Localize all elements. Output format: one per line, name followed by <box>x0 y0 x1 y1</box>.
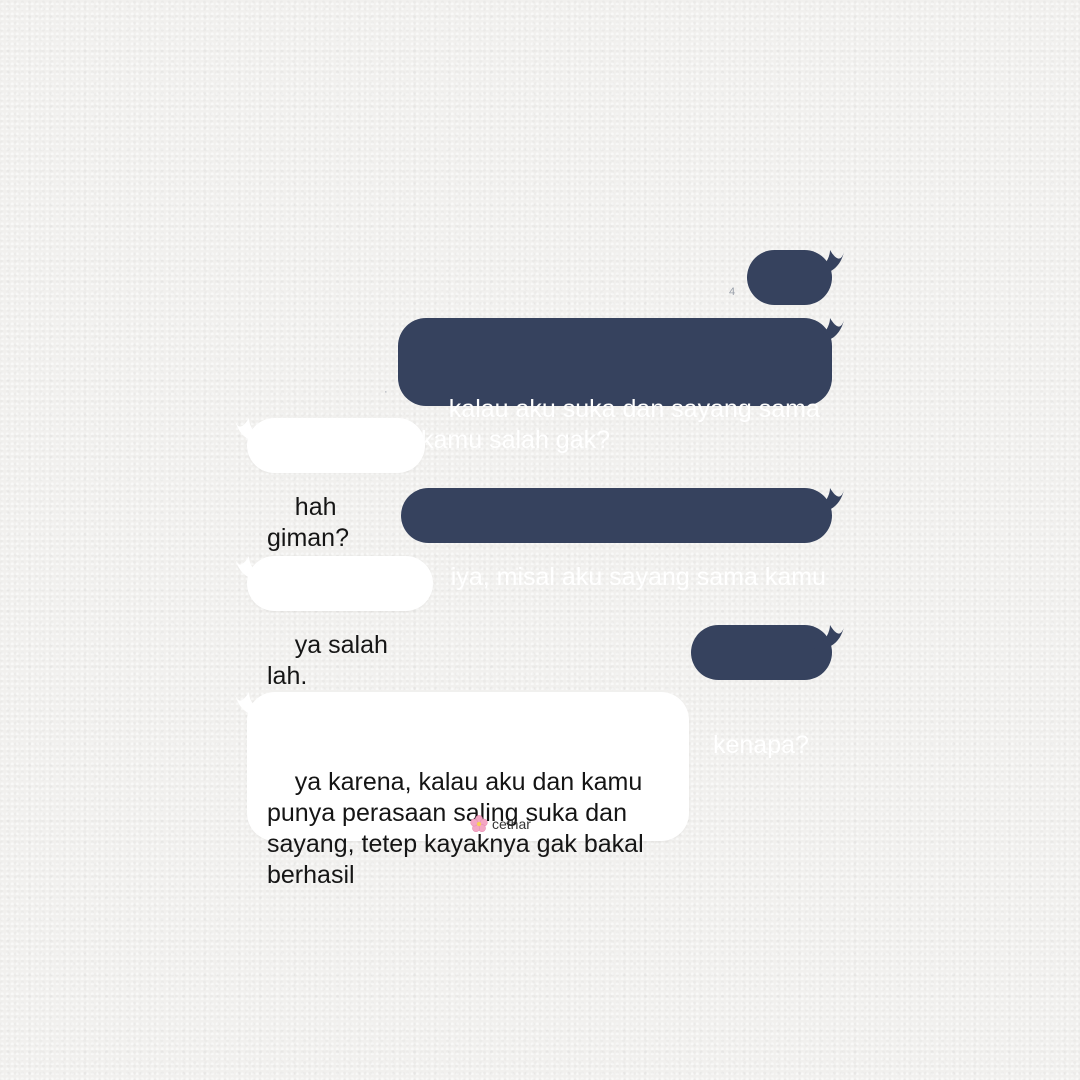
incoming-message[interactable]: hah giman? <box>235 418 425 552</box>
message-text: kenapa? <box>713 731 809 759</box>
bubble-tail <box>814 625 844 649</box>
watermark: cethar <box>470 815 531 833</box>
watermark-text: cethar <box>492 816 531 832</box>
chat-thread: bim 4 kalau aku suka dan sayang sama kam… <box>0 0 1080 1080</box>
bubble-tail <box>235 692 265 716</box>
message-text: iya, misal aku sayang sama kamu <box>450 563 826 591</box>
outgoing-message[interactable]: bim <box>747 250 844 384</box>
message-text: kalau aku suka dan sayang sama kamu sala… <box>421 395 820 454</box>
outgoing-message[interactable]: kalau aku suka dan sayang sama kamu sala… <box>398 318 844 454</box>
bubble-tail <box>235 556 265 580</box>
incoming-message[interactable]: ya salah lah. <box>235 556 433 690</box>
bubble-tail <box>814 488 844 512</box>
message-text: ya karena, kalau aku dan kamu punya pera… <box>267 768 644 889</box>
bubble-tail <box>235 418 265 442</box>
bubble-tail <box>814 250 844 274</box>
bubble-tail <box>814 318 844 342</box>
cherry-blossom-icon <box>470 815 488 833</box>
message-text: ya salah lah. <box>267 631 395 690</box>
incoming-message[interactable]: ya karena, kalau aku dan kamu punya pera… <box>235 692 689 889</box>
read-indicator: · <box>384 386 388 398</box>
outgoing-message[interactable]: kenapa? <box>691 625 844 759</box>
read-indicator: 4 <box>729 286 736 298</box>
outgoing-message[interactable]: iya, misal aku sayang sama kamu <box>401 488 844 591</box>
message-text: hah giman? <box>267 493 349 552</box>
